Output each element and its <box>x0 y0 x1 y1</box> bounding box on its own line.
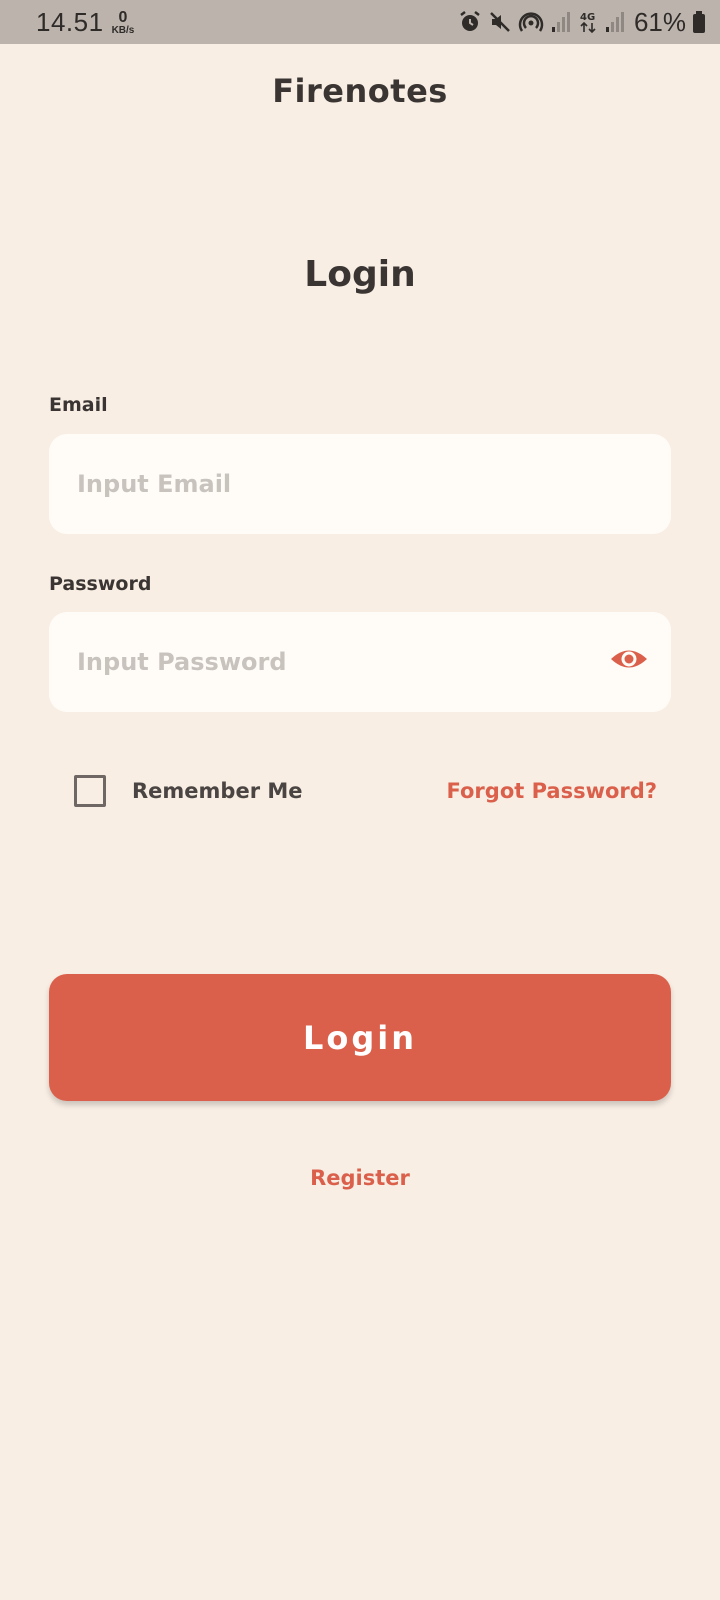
hotspot-icon <box>518 10 544 34</box>
email-label: Email <box>49 394 108 416</box>
signal-icon <box>604 11 626 33</box>
net-speed-value: 0 <box>118 9 128 26</box>
status-left: 14.51 0 KB/s <box>36 7 134 38</box>
mute-icon <box>488 10 512 34</box>
email-field[interactable] <box>77 470 643 498</box>
remember-me-label: Remember Me <box>132 779 303 803</box>
remember-me-checkbox[interactable] <box>74 775 106 807</box>
signal-icon <box>550 11 572 33</box>
svg-text:4G: 4G <box>580 12 595 23</box>
register-link[interactable]: Register <box>0 1166 720 1190</box>
net-speed-unit: KB/s <box>111 25 135 36</box>
show-password-eye-icon[interactable] <box>609 644 649 678</box>
password-field-container <box>49 612 671 712</box>
battery-percent: 61% <box>633 6 686 37</box>
page-title: Login <box>304 254 416 295</box>
remember-me-row: Remember Me <box>74 775 303 807</box>
status-right: 4G 61% <box>458 7 706 38</box>
forgot-password-link[interactable]: Forgot Password? <box>447 779 657 803</box>
alarm-icon <box>458 10 482 34</box>
status-time: 14.51 <box>36 6 104 37</box>
battery-icon <box>692 10 706 34</box>
password-field[interactable] <box>77 648 643 676</box>
login-button[interactable]: Login <box>49 974 671 1101</box>
password-label: Password <box>49 573 152 595</box>
4g-icon: 4G <box>578 10 598 34</box>
email-field-container <box>49 434 671 534</box>
net-speed: 0 KB/s <box>112 10 135 36</box>
app-title: Firenotes <box>272 72 448 110</box>
status-bar: 14.51 0 KB/s 4G 61% <box>0 0 720 44</box>
